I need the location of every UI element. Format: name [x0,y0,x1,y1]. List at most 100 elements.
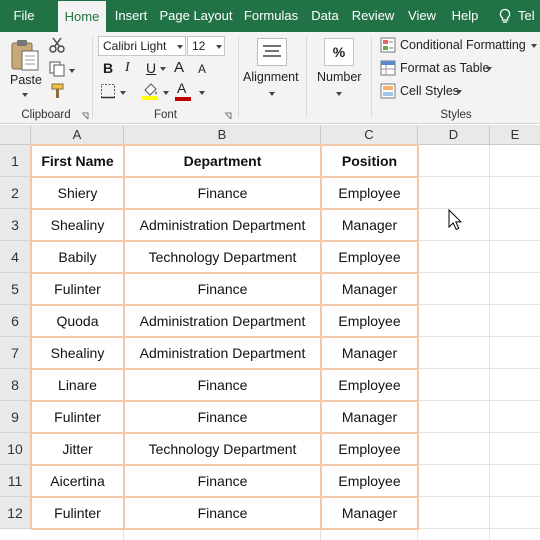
table-cell[interactable]: Fulinter [31,401,124,433]
tab-formulas[interactable]: Formulas [240,0,302,32]
chevron-down-icon[interactable] [531,44,537,48]
paste-dropdown-icon[interactable] [22,93,28,97]
row-header-4[interactable]: 4 [0,241,31,273]
font-launcher-icon[interactable] [224,112,232,120]
row-header-1[interactable]: 1 [0,145,31,177]
borders-icon[interactable] [100,83,116,99]
underline-dropdown-icon[interactable] [160,67,166,71]
copy-icon[interactable] [48,60,66,78]
row-header-6[interactable]: 6 [0,305,31,337]
table-cell[interactable]: Technology Department [124,241,321,273]
row-header-8[interactable]: 8 [0,369,31,401]
table-cell[interactable]: Shealiny [31,337,124,369]
format-as-table-icon[interactable] [380,60,396,76]
table-cell[interactable]: Manager [321,337,418,369]
alignment-group[interactable]: Alignment [239,32,305,124]
tab-help[interactable]: Help [448,0,482,32]
copy-dropdown-icon[interactable] [69,69,75,73]
column-header-c[interactable]: C [321,125,418,145]
table-cell[interactable]: Finance [124,401,321,433]
styles-group: Conditional Formatting Format as Table C… [372,32,540,124]
table-cell[interactable]: Quoda [31,305,124,337]
row-header-10[interactable]: 10 [0,433,31,465]
select-all-corner[interactable] [0,125,31,145]
column-header-d[interactable]: D [418,125,490,145]
table-cell[interactable]: Manager [321,401,418,433]
table-cell[interactable]: Technology Department [124,433,321,465]
row-header-3[interactable]: 3 [0,209,31,241]
table-cell[interactable]: Finance [124,177,321,209]
table-header-cell[interactable]: Department [124,145,321,177]
table-header-cell[interactable]: Position [321,145,418,177]
table-cell[interactable]: Employee [321,305,418,337]
table-cell[interactable]: Finance [124,497,321,529]
lightbulb-icon[interactable] [497,8,513,24]
decrease-font-size-button[interactable]: A [198,62,206,76]
fill-color-icon[interactable] [141,81,159,101]
row-header-5[interactable]: 5 [0,273,31,305]
fill-color-dropdown-icon[interactable] [163,91,169,95]
table-cell[interactable]: Finance [124,465,321,497]
cell-styles-button[interactable]: Cell Styles [400,84,459,98]
table-cell[interactable]: Linare [31,369,124,401]
tab-home[interactable]: Home [58,1,106,32]
increase-font-size-button[interactable]: A [174,59,184,76]
table-cell[interactable]: Finance [124,369,321,401]
conditional-formatting-icon[interactable] [380,37,396,53]
cut-icon[interactable] [48,36,66,54]
conditional-formatting-button[interactable]: Conditional Formatting [400,38,526,52]
chevron-down-icon[interactable] [456,90,462,94]
table-cell[interactable]: Employee [321,369,418,401]
tab-file[interactable]: File [4,0,44,32]
table-cell[interactable]: Aicertina [31,465,124,497]
column-header-b[interactable]: B [124,125,321,145]
column-header-a[interactable]: A [31,125,124,145]
table-cell[interactable]: Fulinter [31,497,124,529]
paste-label[interactable]: Paste [10,73,42,87]
tab-insert[interactable]: Insert [110,0,152,32]
underline-button[interactable]: U [146,60,156,76]
table-cell[interactable]: Employee [321,177,418,209]
borders-dropdown-icon[interactable] [120,91,126,95]
table-cell[interactable]: Employee [321,433,418,465]
clipboard-launcher-icon[interactable] [81,112,89,120]
table-header-cell[interactable]: First Name [31,145,124,177]
font-color-dropdown-icon[interactable] [199,91,205,95]
number-group[interactable]: % Number [307,32,371,124]
row-header-12[interactable]: 12 [0,497,31,529]
format-painter-icon[interactable] [48,82,66,100]
row-header-11[interactable]: 11 [0,465,31,497]
paste-icon[interactable] [10,38,40,72]
table-cell[interactable]: Fulinter [31,273,124,305]
row-header-9[interactable]: 9 [0,401,31,433]
tab-data[interactable]: Data [308,0,342,32]
table-cell[interactable]: Manager [321,497,418,529]
table-cell[interactable]: Administration Department [124,209,321,241]
table-cell[interactable]: Manager [321,209,418,241]
cell-styles-icon[interactable] [380,83,396,99]
chevron-down-icon[interactable] [486,67,492,71]
font-size-dropdown[interactable]: 12 [187,36,225,56]
bold-button[interactable]: B [103,60,113,76]
tab-page-layout[interactable]: Page Layout [158,0,234,32]
table-cell[interactable]: Jitter [31,433,124,465]
row-header-2[interactable]: 2 [0,177,31,209]
tab-view[interactable]: View [404,0,440,32]
table-cell[interactable]: Employee [321,241,418,273]
table-cell[interactable]: Administration Department [124,305,321,337]
table-cell[interactable]: Shiery [31,177,124,209]
table-cell[interactable]: Manager [321,273,418,305]
font-name-dropdown[interactable]: Calibri Light [98,36,186,56]
table-cell[interactable]: Shealiny [31,209,124,241]
tab-tell-me[interactable]: Tel [518,0,540,32]
format-as-table-button[interactable]: Format as Table [400,61,489,75]
row-header-7[interactable]: 7 [0,337,31,369]
column-header-e[interactable]: E [490,125,540,145]
table-cell[interactable]: Administration Department [124,337,321,369]
font-color-button[interactable]: A [177,80,186,96]
table-cell[interactable]: Employee [321,465,418,497]
tab-review[interactable]: Review [350,0,396,32]
table-cell[interactable]: Finance [124,273,321,305]
table-cell[interactable]: Babily [31,241,124,273]
italic-button[interactable]: I [125,60,130,76]
